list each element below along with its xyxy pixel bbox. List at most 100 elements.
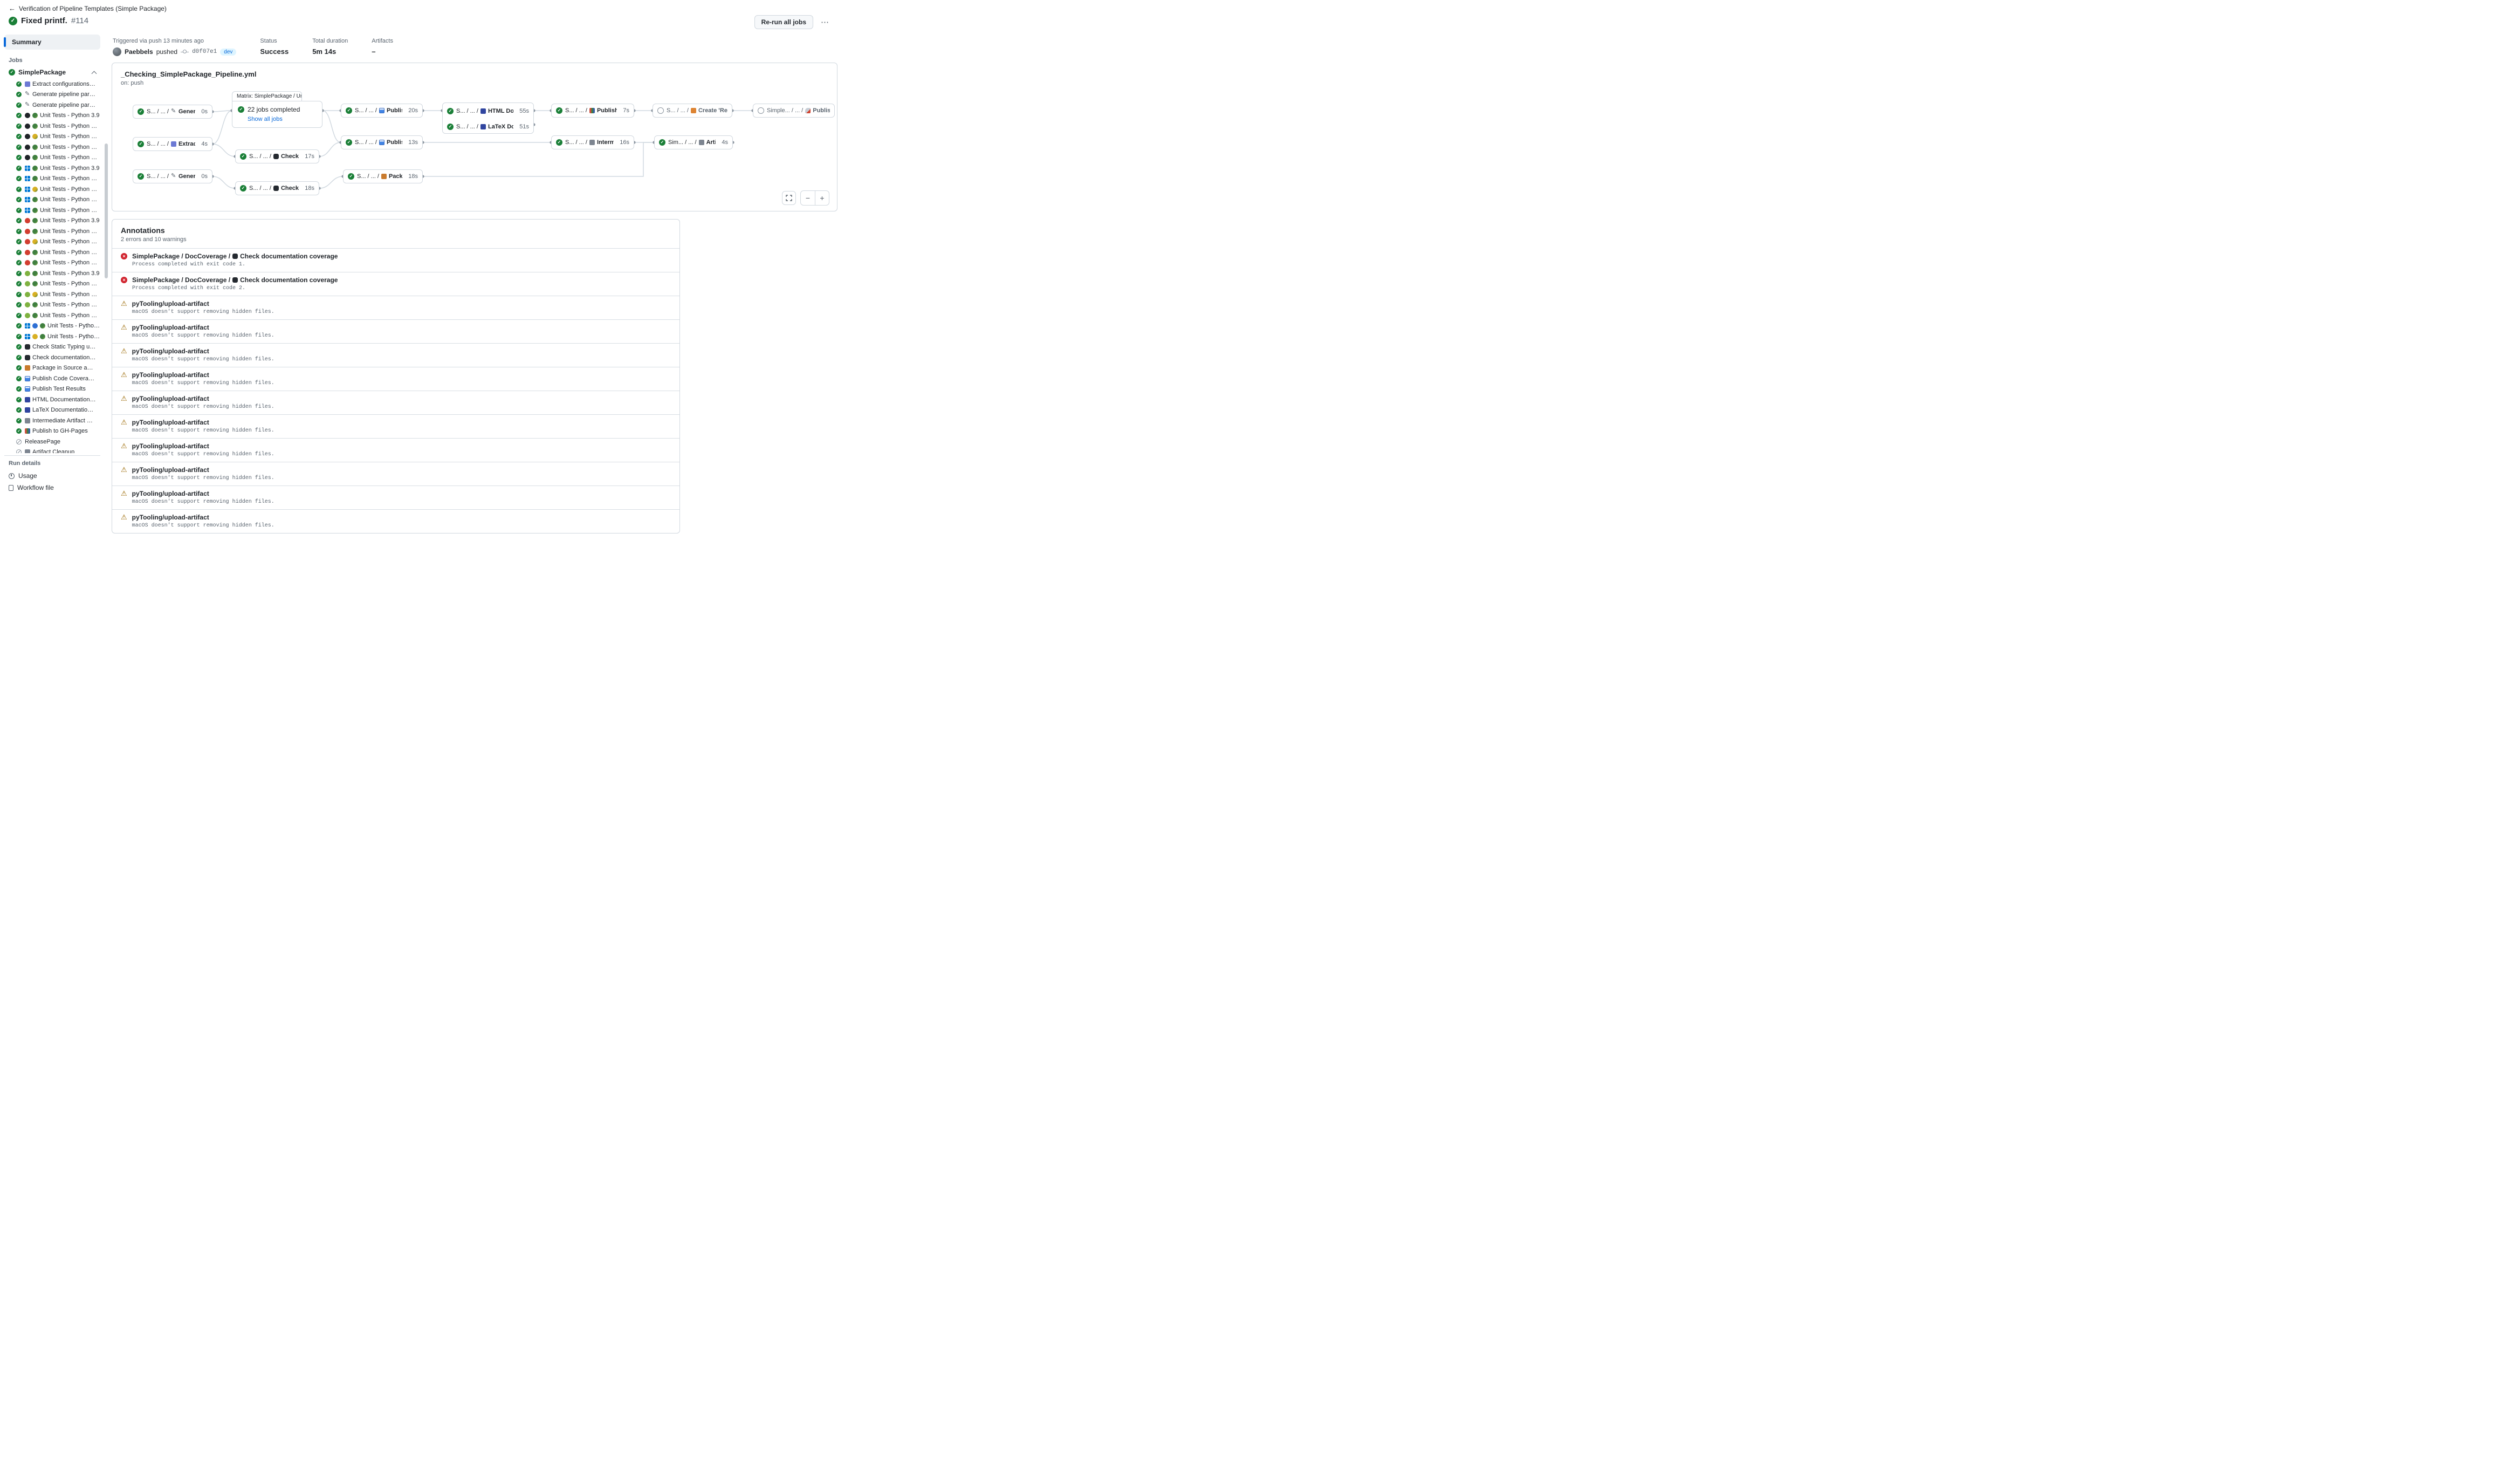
success-icon: [659, 139, 665, 146]
sidebar-job-item[interactable]: Unit Tests - Python 3.13: [4, 310, 100, 321]
sidebar-job-item[interactable]: Unit Tests - Python 3.12: [4, 300, 100, 311]
show-all-jobs-link[interactable]: Show all jobs: [248, 116, 317, 122]
pending-icon: [657, 107, 664, 114]
graph-node-release[interactable]: S... / ... /Create 'Release Pa...: [653, 104, 732, 118]
breadcrumb-label[interactable]: Verification of Pipeline Templates (Simp…: [19, 5, 167, 12]
sidebar-job-item[interactable]: Unit Tests - Python 3.12: [4, 331, 100, 342]
graph-node-intermediate[interactable]: S... / ... /Intermediate A...16s: [551, 135, 634, 149]
sidebar-job-item[interactable]: Unit Tests - Python 3.9: [4, 163, 100, 174]
graph-node-checkdoc[interactable]: S... / ... /Check docume...18s: [235, 181, 319, 195]
sidebar-job-item[interactable]: Unit Tests - Python 3.10: [4, 121, 100, 132]
rerun-all-jobs-button[interactable]: Re-run all jobs: [754, 15, 813, 29]
sidebar-job-item[interactable]: Intermediate Artifact Cleanup: [4, 415, 100, 426]
graph-node-package[interactable]: S... / ... /Package in Sou...18s: [343, 169, 423, 183]
sidebar-job-item[interactable]: Unit Tests - Python 3.12: [4, 321, 100, 332]
sidebar-job-item[interactable]: Unit Tests - Python 3.12: [4, 247, 100, 258]
sidebar-job-item[interactable]: Generate pipeline parameters: [4, 100, 100, 111]
job-label: Unit Tests - Python 3.9: [40, 112, 99, 119]
chevron-up-icon[interactable]: [92, 71, 97, 76]
job-label: Check documentation covera...: [32, 354, 96, 361]
workflow-graph-card: _Checking_SimplePackage_Pipeline.yml on:…: [112, 63, 837, 211]
sidebar-job-item[interactable]: Artifact Cleanup: [4, 447, 100, 454]
warning-icon: ⚠: [121, 442, 127, 457]
workflow-file-label: Workflow file: [17, 484, 54, 491]
sidebar-job-item[interactable]: ReleasePage: [4, 436, 100, 447]
sidebar-job-item[interactable]: Unit Tests - Python 3.9: [4, 111, 100, 121]
graph-node-pypi[interactable]: Simple... / ... /Publish to PyPI: [753, 104, 835, 118]
commit-hash[interactable]: d0f07e1: [192, 49, 217, 55]
sidebar-item-summary[interactable]: Summary: [4, 35, 100, 50]
graph-node[interactable]: S... / ... /HTML Docume...55s: [443, 103, 533, 119]
sidebar-job-item[interactable]: Unit Tests - Python 3.13: [4, 153, 100, 163]
binoculars-icon: [273, 154, 279, 159]
graph-node-pubgh[interactable]: S... / ... /Publish to GH-P...7s: [551, 104, 634, 118]
annotation-title: pyTooling/upload-artifact: [132, 371, 274, 379]
avatar[interactable]: [113, 47, 121, 56]
sidebar-item-workflow-file[interactable]: Workflow file: [4, 482, 100, 494]
sidebar-job-item[interactable]: Package in Source and Wheel...: [4, 363, 100, 374]
actor-name[interactable]: Paebbels: [125, 48, 153, 56]
success-icon: [346, 107, 352, 114]
graph-node-pubtest[interactable]: S... / ... /Publish Test Re...13s: [341, 135, 423, 149]
pencil-icon: [25, 102, 30, 108]
graph-node-gen1[interactable]: S... / ... /Generate pipelin...0s: [133, 105, 212, 119]
job-label: Unit Tests - Python 3.12: [40, 196, 100, 203]
action-label: pushed: [156, 48, 177, 56]
annotation-error-row: ×SimplePackage / DocCoverage /Check docu…: [112, 272, 679, 296]
snake-icon: [32, 250, 38, 255]
job-label: Unit Tests - Python 3.13: [40, 207, 100, 214]
sidebar-job-item[interactable]: Unit Tests - Python 3.9: [4, 268, 100, 279]
annotation-title: pyTooling/upload-artifact: [132, 466, 274, 474]
sidebar-job-item[interactable]: Generate pipeline parameters: [4, 90, 100, 100]
job-label: Unit Tests - Python 3.12: [40, 302, 100, 308]
sidebar-job-item[interactable]: Unit Tests - Python 3.12: [4, 195, 100, 206]
zoom-out-button[interactable]: −: [801, 191, 815, 205]
sidebar-job-item[interactable]: Unit Tests - Python 3.11: [4, 184, 100, 195]
kebab-menu-icon[interactable]: ⋯: [819, 16, 832, 28]
sidebar-job-item[interactable]: Unit Tests - Python 3.11: [4, 237, 100, 248]
sidebar-job-item[interactable]: Check documentation covera...: [4, 352, 100, 363]
sidebar-job-item[interactable]: Check Static Typing using Pyt...: [4, 342, 100, 353]
sidebar-item-usage[interactable]: Usage: [4, 470, 100, 482]
graph-node-pubcode[interactable]: S... / ... /Publish Code C...20s: [341, 104, 423, 118]
graph-node-checkstatic[interactable]: S... / ... /Check Static Ty...17s: [235, 149, 319, 163]
fullscreen-button[interactable]: [782, 191, 796, 205]
sidebar-job-item[interactable]: Publish Test Results: [4, 384, 100, 395]
zoom-in-button[interactable]: +: [815, 191, 829, 205]
artifacts-value: –: [372, 47, 393, 56]
sidebar-job-item[interactable]: Unit Tests - Python 3.11: [4, 132, 100, 142]
warning-icon: ⚠: [121, 395, 127, 410]
sidebar-job-item[interactable]: LaTeX Documentation using ...: [4, 405, 100, 416]
matrix-tab: Matrix: SimplePackage / UnitTest...: [232, 91, 302, 101]
linux-icon: [25, 155, 30, 160]
back-arrow-icon[interactable]: ←: [9, 4, 16, 12]
sidebar-job-item[interactable]: Unit Tests - Python 3.10: [4, 226, 100, 237]
matrix-node[interactable]: 22 jobs completedShow all jobs: [232, 101, 322, 128]
workflow-graph[interactable]: S... / ... /Generate pipelin...0s S... / …: [112, 88, 837, 203]
sidebar-job-item[interactable]: Unit Tests - Python 3.11: [4, 289, 100, 300]
warning-icon: ⚠: [121, 466, 127, 481]
graph-node[interactable]: S... / ... /LaTeX Docume...51s: [443, 119, 533, 134]
graph-node-extract[interactable]: S... / ... /Extract configur...4s: [133, 137, 212, 151]
graph-node-artifactclean[interactable]: Sim... / ... /Artifact Cleanup4s: [654, 135, 733, 149]
sidebar-job-item[interactable]: Unit Tests - Python 3.9: [4, 216, 100, 227]
trash-icon: [25, 418, 30, 423]
graph-node-gen2[interactable]: S... / ... /Generate pipelin...0s: [133, 169, 212, 183]
sidebar-job-item[interactable]: Unit Tests - Python 3.13: [4, 205, 100, 216]
sidebar-job-item[interactable]: Unit Tests - Python 3.13: [4, 258, 100, 269]
sidebar-job-item[interactable]: Extract configurations from p...: [4, 79, 100, 90]
sidebar-job-item[interactable]: Publish Code Coverage Results: [4, 373, 100, 384]
annotation-warning-row: ⚠pyTooling/upload-artifactmacOS doesn't …: [112, 343, 679, 367]
sidebar-workflow-simplepackage[interactable]: SimplePackage: [4, 66, 100, 79]
package-icon: [25, 365, 30, 371]
job-label: Unit Tests - Python 3.12: [47, 323, 100, 329]
sidebar-job-item[interactable]: HTML Documentation using ...: [4, 394, 100, 405]
branch-badge[interactable]: dev: [220, 49, 236, 56]
windows-icon: [25, 176, 30, 181]
success-icon: [447, 124, 454, 130]
sidebar-job-item[interactable]: Unit Tests - Python 3.12: [4, 142, 100, 153]
sidebar-job-item[interactable]: Unit Tests - Python 3.10: [4, 174, 100, 184]
sidebar-job-item[interactable]: Unit Tests - Python 3.10: [4, 279, 100, 290]
sidebar-job-item[interactable]: Publish to GH-Pages: [4, 426, 100, 437]
annotation-detail: Process completed with exit code 2.: [132, 285, 338, 291]
